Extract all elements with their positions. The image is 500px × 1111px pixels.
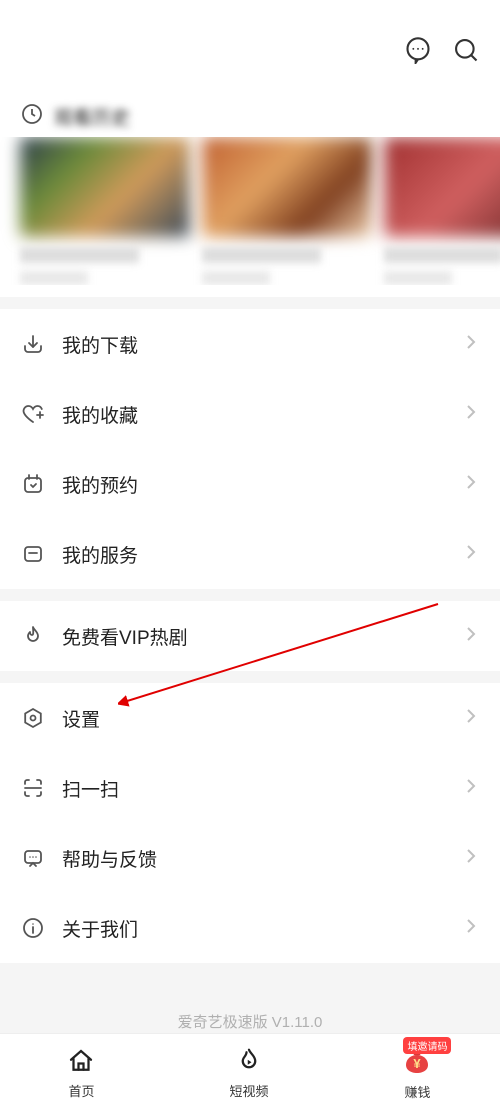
chat-icon[interactable]: [404, 36, 432, 64]
home-icon: [66, 1046, 96, 1079]
row-scan[interactable]: 扫一扫: [0, 753, 500, 823]
row-label: 帮助与反馈: [62, 845, 466, 872]
short-video-icon: [234, 1046, 264, 1079]
search-icon[interactable]: [452, 36, 480, 64]
menu-group-my: 我的下载 我的收藏 我的预约: [0, 309, 500, 589]
service-icon: [20, 541, 46, 567]
bottom-nav: 首页 短视频 填邀请码 ¥ 赚钱: [0, 1033, 500, 1111]
chevron-right-icon: [466, 544, 476, 565]
nav-short-video[interactable]: 短视频: [229, 1046, 268, 1100]
chevron-right-icon: [466, 404, 476, 425]
row-favorites[interactable]: 我的收藏: [0, 379, 500, 449]
row-reservations[interactable]: 我的预约: [0, 449, 500, 519]
info-icon: [20, 915, 46, 941]
earn-badge: 填邀请码: [403, 1037, 451, 1054]
calendar-icon: [20, 471, 46, 497]
history-card[interactable]: [384, 137, 500, 285]
chevron-right-icon: [466, 474, 476, 495]
history-title: 观看历史: [54, 103, 130, 130]
row-label: 关于我们: [62, 915, 466, 942]
download-icon: [20, 331, 46, 357]
row-label: 免费看VIP热剧: [62, 623, 466, 650]
nav-label: 短视频: [229, 1081, 268, 1100]
row-label: 我的下载: [62, 331, 466, 358]
clock-icon: [20, 102, 44, 131]
row-label: 我的预约: [62, 471, 466, 498]
row-label: 我的服务: [62, 541, 466, 568]
nav-label: 首页: [68, 1081, 94, 1100]
history-card[interactable]: [20, 137, 190, 285]
heart-plus-icon: [20, 401, 46, 427]
chevron-right-icon: [466, 626, 476, 647]
gear-icon: [20, 705, 46, 731]
feedback-icon: [20, 845, 46, 871]
nav-home[interactable]: 首页: [66, 1046, 96, 1100]
row-about[interactable]: 关于我们: [0, 893, 500, 963]
row-services[interactable]: 我的服务: [0, 519, 500, 589]
row-label: 我的收藏: [62, 401, 466, 428]
fire-icon: [20, 623, 46, 649]
scan-icon: [20, 775, 46, 801]
row-downloads[interactable]: 我的下载: [0, 309, 500, 379]
row-free-vip[interactable]: 免费看VIP热剧: [0, 601, 500, 671]
row-label: 设置: [62, 705, 466, 732]
chevron-right-icon: [466, 708, 476, 729]
nav-earn-money[interactable]: 填邀请码 ¥ 赚钱: [401, 1045, 433, 1101]
chevron-right-icon: [466, 918, 476, 939]
svg-text:¥: ¥: [414, 1056, 422, 1071]
row-settings[interactable]: 设置: [0, 683, 500, 753]
history-card[interactable]: [202, 137, 372, 285]
row-label: 扫一扫: [62, 775, 466, 802]
chevron-right-icon: [466, 334, 476, 355]
top-bar: [0, 0, 500, 100]
chevron-right-icon: [466, 848, 476, 869]
nav-label: 赚钱: [404, 1082, 430, 1101]
row-help-feedback[interactable]: 帮助与反馈: [0, 823, 500, 893]
menu-group-vip: 免费看VIP热剧: [0, 601, 500, 671]
menu-group-settings: 设置 扫一扫 帮助与反馈: [0, 683, 500, 963]
version-line: 爱奇艺极速版 V1.11.0: [0, 1011, 500, 1032]
watch-history-section: 观看历史: [0, 100, 500, 297]
chevron-right-icon: [466, 778, 476, 799]
